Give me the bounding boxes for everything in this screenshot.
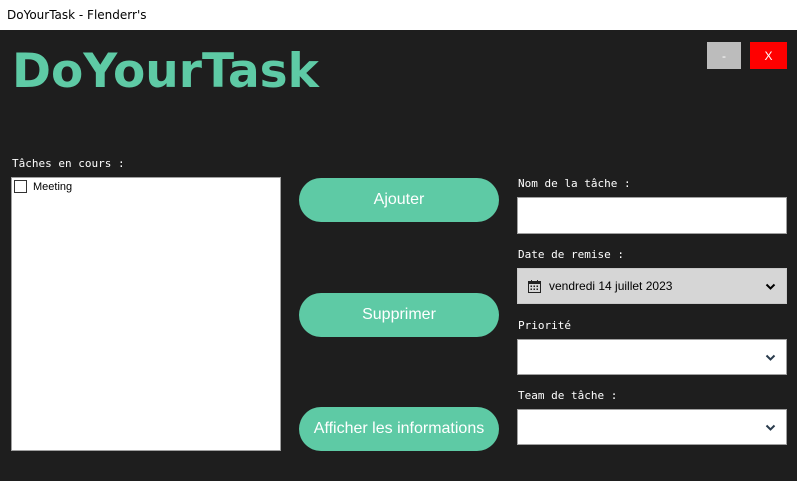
- add-task-button[interactable]: Ajouter: [299, 178, 499, 222]
- team-label: Team de tâche :: [518, 389, 618, 402]
- priority-select[interactable]: [517, 339, 787, 375]
- due-date-picker[interactable]: vendredi 14 juillet 2023: [517, 268, 787, 304]
- task-name-label: Nom de la tâche :: [518, 177, 631, 190]
- show-info-button[interactable]: Afficher les informations: [299, 407, 499, 451]
- due-date-label: Date de remise :: [518, 248, 624, 261]
- calendar-icon: [528, 279, 541, 293]
- delete-task-button[interactable]: Supprimer: [299, 293, 499, 337]
- chevron-down-icon[interactable]: [765, 422, 776, 433]
- window-title: DoYourTask - Flenderr's: [7, 8, 147, 22]
- task-item-label: Meeting: [33, 180, 73, 193]
- task-list-item[interactable]: Meeting: [14, 180, 72, 193]
- due-date-value: vendredi 14 juillet 2023: [549, 279, 673, 293]
- close-button[interactable]: X: [750, 42, 787, 69]
- minimize-button[interactable]: -: [707, 42, 741, 69]
- chevron-down-icon[interactable]: [765, 352, 776, 363]
- app-body: DoYourTask - X Tâches en cours : Meeting…: [0, 30, 797, 481]
- task-list[interactable]: Meeting: [11, 177, 281, 451]
- task-checkbox[interactable]: [14, 180, 27, 193]
- chevron-down-icon[interactable]: [765, 281, 776, 292]
- task-name-input[interactable]: [517, 197, 787, 234]
- team-select[interactable]: [517, 409, 787, 445]
- window-titlebar: DoYourTask - Flenderr's: [0, 0, 797, 30]
- tasks-label: Tâches en cours :: [12, 157, 125, 170]
- app-logo: DoYourTask: [12, 44, 319, 99]
- priority-label: Priorité: [518, 319, 571, 332]
